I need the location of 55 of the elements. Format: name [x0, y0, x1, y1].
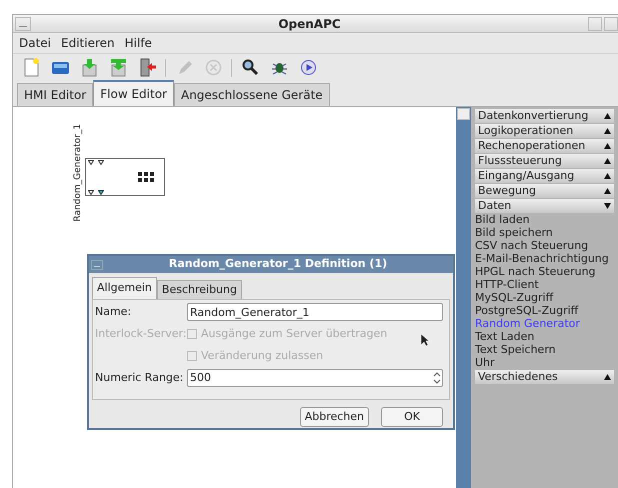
expand-arrow-icon [604, 173, 611, 179]
sidebar-item[interactable]: MySQL-Zugriff [475, 291, 614, 304]
dialog-button[interactable]: OK [381, 407, 443, 427]
noise-icon [138, 170, 156, 184]
category-header[interactable]: Logikoperationen [475, 124, 614, 138]
tab[interactable]: Flow Editor [93, 80, 174, 106]
input-field[interactable]: Random_Generator_1 [187, 303, 443, 321]
sidebar-item[interactable]: Bild laden [475, 213, 614, 226]
tab[interactable]: Allgemein [92, 277, 157, 299]
tab[interactable]: Angeschlossene Geräte [174, 83, 330, 106]
field-label: Numeric Range: [95, 370, 184, 386]
sidebar-item[interactable]: Text Laden [475, 330, 614, 343]
checkbox-label: Veränderung zulassen [201, 348, 324, 364]
menu-item[interactable]: Hilfe [124, 34, 152, 52]
category-header[interactable]: Eingang/Ausgang [475, 169, 614, 183]
category-header[interactable]: Daten [475, 199, 614, 213]
spin-field[interactable]: 500 [187, 369, 443, 387]
sidebar-item[interactable]: Uhr [475, 356, 614, 369]
menu-item[interactable]: Editieren [61, 34, 115, 52]
checkbox-label: Ausgänge zum Server übertragen [201, 326, 388, 342]
expand-arrow-icon [604, 113, 611, 119]
sidebar-item[interactable]: HPGL nach Steuerung [475, 265, 614, 278]
expand-arrow-icon [604, 188, 611, 194]
category-header[interactable]: Bewegung [475, 184, 614, 198]
search-icon [240, 57, 260, 78]
minimize-button[interactable] [588, 16, 602, 30]
sidebar-item[interactable]: PostgreSQL-Zugriff [475, 304, 614, 317]
expand-arrow-icon [604, 158, 611, 164]
expand-arrow-icon [604, 143, 611, 149]
maximize-button[interactable] [604, 16, 618, 30]
sidebar-item[interactable]: HTTP-Client [475, 278, 614, 291]
flow-node[interactable] [85, 158, 165, 196]
expand-arrow-icon [604, 374, 611, 380]
category-header[interactable]: Datenkonvertierung [475, 109, 614, 123]
field-label: Name: [95, 304, 132, 320]
window-title: OpenAPC [277, 16, 342, 32]
node-label: Random_Generator_1 [73, 127, 84, 219]
dialog-button[interactable]: Abbrechen [300, 407, 369, 427]
field-label: Interlock-Server: [95, 327, 187, 340]
tab[interactable]: Beschreibung [156, 280, 242, 299]
sidebar-item[interactable]: CSV nach Steuerung [475, 239, 614, 252]
mouse-cursor-icon [420, 333, 429, 347]
tab[interactable]: HMI Editor [17, 83, 94, 106]
collapse-arrow-icon [604, 203, 611, 209]
sidebar-item[interactable]: E-Mail-Benachrichtigung [475, 252, 614, 265]
menu-item[interactable]: Datei [19, 34, 52, 52]
window-menu-button[interactable] [15, 16, 31, 30]
spin-arrows-icon [433, 371, 441, 385]
category-header[interactable]: Rechenoperationen [475, 139, 614, 153]
category-header[interactable]: Flusssteuerung [475, 154, 614, 168]
expand-arrow-icon [604, 128, 611, 134]
sidebar-item[interactable]: Bild speichern [475, 226, 614, 239]
category-header[interactable]: Verschiedenes [475, 370, 614, 384]
sidebar-item[interactable]: Text Speichern [475, 343, 614, 356]
dialog-title: Random_Generator_1 Definition (1) [168, 256, 388, 272]
